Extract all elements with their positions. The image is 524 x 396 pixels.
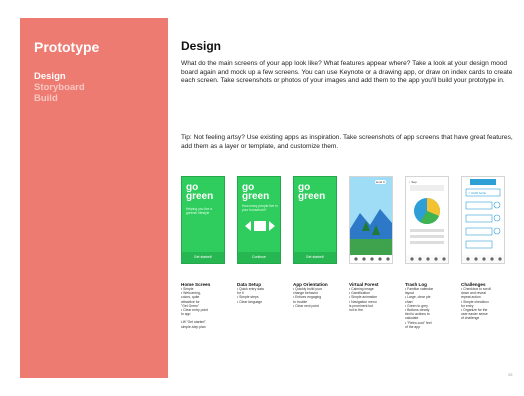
feature-column: Virtual Forest • Calming image • Gamificat… <box>349 282 395 312</box>
orientation-start-button: Get started! <box>294 252 336 263</box>
setup-tagline: How many people live in your household? <box>242 204 278 212</box>
feature-column-line: • Clear language <box>237 299 263 304</box>
feature-column: Home Screen • Simple • Welcoming, colors, … <box>181 282 227 329</box>
sidebar-nav: Design Storyboard Build <box>34 71 85 104</box>
page-title: Design <box>181 39 222 53</box>
stepper-arrows-icon <box>245 221 275 231</box>
feature-column-line: simple-step plan <box>181 324 206 329</box>
virtual-forest-screenshot: level 3 <box>349 176 393 264</box>
feature-column-line: of challenge <box>461 316 480 321</box>
feature-column-line: • Clear next point <box>293 303 319 308</box>
forest-level-badge: level 3 <box>375 180 386 184</box>
page-number: 25 <box>508 372 513 377</box>
home-start-button: Get started! <box>182 252 224 263</box>
sidebar-item-storyboard[interactable]: Storyboard <box>34 82 85 93</box>
sidebar-item-design[interactable]: Design <box>34 71 85 82</box>
forest-scene-icon <box>350 177 392 263</box>
setup-continue-button: Continue <box>238 252 280 263</box>
challenges-screenshot: ✓ Refill bottle <box>461 176 505 264</box>
feature-column-line: not in the <box>349 308 363 313</box>
go-green-logo: go green <box>298 182 326 202</box>
data-setup-screenshot: go green How many people live in your ho… <box>237 176 281 264</box>
sidebar-title: Prototype <box>34 39 100 55</box>
home-screen-screenshot: go green Helping you live a greener life… <box>181 176 225 264</box>
feature-column: App Orientation • Quickly build your chan… <box>293 282 339 308</box>
app-orientation-screenshot: go green Get started! <box>293 176 337 264</box>
home-tagline: Helping you live a greener lifestyle <box>186 207 213 215</box>
challenges-list-icon <box>462 179 504 263</box>
challenge-item: ✓ Refill bottle <box>468 191 487 195</box>
sidebar-item-build[interactable]: Build <box>34 93 85 104</box>
feature-column: Challenges • Checkbox to scroll down and … <box>461 282 507 321</box>
go-green-logo: go green <box>242 182 270 202</box>
go-green-logo: go green <box>186 182 214 202</box>
slide: Prototype Design Storyboard Build Design… <box>0 0 524 396</box>
feature-column: Trash Log • Familiar calendar layout • Lar… <box>405 282 451 329</box>
pie-chart-icon <box>406 185 448 263</box>
body-paragraph: What do the main screens of your app loo… <box>181 60 513 85</box>
tip-paragraph: Tip: Not feeling artsy? Use existing app… <box>181 134 513 150</box>
trash-log-screenshot: ↓ Sep <box>405 176 449 264</box>
screenshots-row: go green Helping you live a greener life… <box>181 176 517 266</box>
feature-column: Data Setup • Quick entry data for it • Sim… <box>237 282 283 304</box>
sidebar: Prototype Design Storyboard Build <box>20 18 168 378</box>
feature-column-line: of the app <box>405 324 421 329</box>
